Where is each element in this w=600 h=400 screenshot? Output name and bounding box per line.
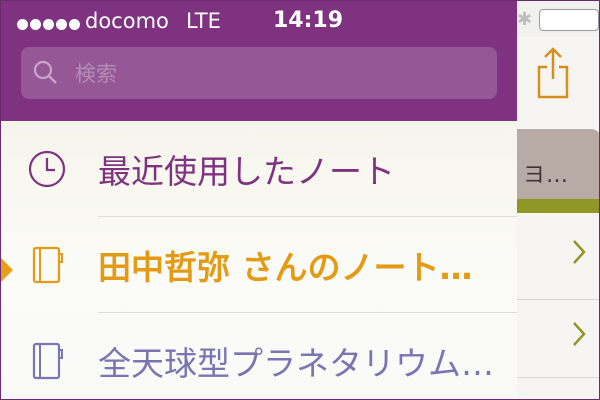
- background-note-screen: ✱ ヨ…: [517, 1, 599, 399]
- menu-item-recent-notes[interactable]: 最近使用したノート: [1, 121, 517, 217]
- search-input[interactable]: [73, 55, 477, 93]
- network-type: LTE: [186, 9, 221, 33]
- battery-icon: [539, 9, 599, 31]
- share-icon[interactable]: [533, 43, 573, 103]
- notebook-icon: [32, 246, 63, 284]
- selected-indicator: [1, 258, 13, 282]
- drawer-header: docomo LTE 14:19: [1, 1, 517, 121]
- chevron-right-icon[interactable]: [569, 319, 589, 349]
- menu-item-notebook-tanaka[interactable]: 田中哲弥 さんのノート…: [1, 217, 517, 313]
- background-status-bar: ✱: [517, 1, 599, 37]
- status-time: 14:19: [273, 8, 344, 33]
- chevron-right-icon[interactable]: [569, 237, 589, 267]
- row-divider: [517, 377, 599, 378]
- menu-item-label: 最近使用したノート: [98, 152, 395, 191]
- bluetooth-icon: ✱: [517, 9, 533, 30]
- search-icon: [33, 60, 57, 84]
- note-accent-bar: [517, 199, 599, 213]
- carrier-name: docomo: [85, 9, 169, 33]
- notebook-icon: [32, 342, 63, 380]
- menu-item-label: 全天球型プラネタリウム…: [98, 344, 494, 383]
- note-card-text: ヨ…: [523, 163, 570, 188]
- menu-item-notebook-planetarium[interactable]: 全天球型プラネタリウム…: [1, 313, 517, 399]
- search-bar[interactable]: [21, 47, 497, 99]
- status-bar: docomo LTE 14:19: [1, 1, 517, 41]
- app-frame: ✱ ヨ… docomo LTE 14:19 検索 最近使用したノート 田中哲弥 …: [0, 0, 600, 400]
- menu-item-label: 田中哲弥 さんのノート…: [98, 248, 473, 287]
- row-divider: [517, 299, 599, 300]
- navigation-drawer: docomo LTE 14:19 最近使用したノート: [1, 1, 517, 399]
- clock-icon: [28, 150, 66, 188]
- signal-strength-icon: [17, 15, 82, 34]
- drawer-menu-list: 最近使用したノート 田中哲弥 さんのノート… 全天球型プラネタリウム…: [1, 121, 517, 399]
